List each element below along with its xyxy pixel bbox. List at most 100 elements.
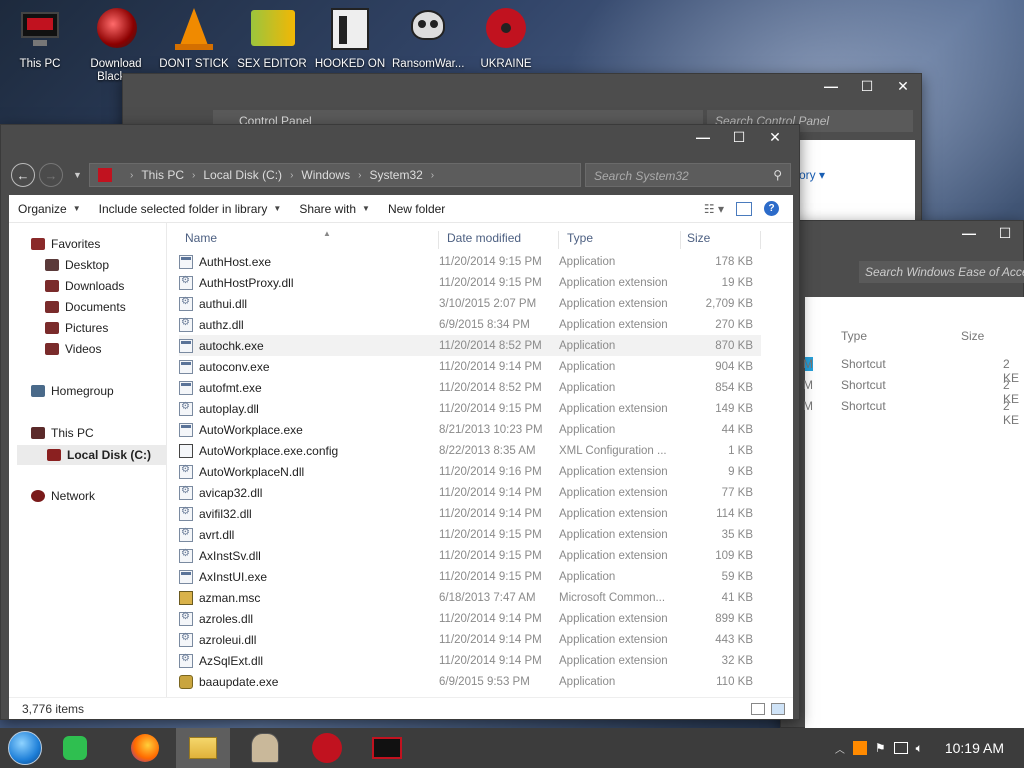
breadcrumb-windows[interactable]: Windows	[301, 168, 350, 182]
table-row[interactable]: azroles.dll 11/20/2014 9:14 PM Application…	[179, 608, 761, 629]
table-row[interactable]: avicap32.dll 11/20/2014 9:14 PM Applicatio…	[179, 482, 761, 503]
desktop-icon-ransomware[interactable]: RansomWar...	[392, 6, 464, 71]
new-folder-button[interactable]: New folder	[379, 202, 454, 216]
breadcrumb-local-disk[interactable]: Local Disk (C:)	[203, 168, 282, 182]
nav-network[interactable]: Network	[31, 489, 95, 503]
breadcrumb-system32[interactable]: System32	[369, 168, 422, 182]
help-icon[interactable]: ?	[764, 201, 779, 216]
search-input[interactable]: Search System32 ⚲	[585, 163, 791, 187]
minimize-button[interactable]: —	[813, 74, 849, 98]
ease-of-access-window[interactable]: — ☐ Search Windows Ease of Access Type S…	[780, 220, 1024, 729]
table-row[interactable]: authui.dll 3/10/2015 2:07 PM Application e…	[179, 293, 761, 314]
column-header-date[interactable]: Date modified	[447, 231, 559, 249]
table-row[interactable]: azroleui.dll 11/20/2014 9:14 PM Applicatio…	[179, 629, 761, 650]
column-header-size[interactable]: Size	[687, 231, 761, 249]
table-row[interactable]: authz.dll 6/9/2015 8:34 PM Application ext…	[179, 314, 761, 335]
breadcrumb-this-pc[interactable]: This PC	[141, 168, 184, 182]
table-row[interactable]: AutoWorkplace.exe 8/21/2013 10:23 PM Appli…	[179, 419, 761, 440]
table-row[interactable]: AzSqlExt.dll 11/20/2014 9:14 PM Applicatio…	[179, 650, 761, 671]
explorer-window[interactable]: — ☐ ✕ ← → ▼ › This PC › Local Disk (C:) …	[0, 124, 800, 720]
nav-videos[interactable]: Videos	[45, 342, 101, 356]
taskbar-app-portrait[interactable]	[240, 728, 290, 768]
close-button[interactable]: ✕	[757, 125, 793, 149]
table-row[interactable]: avifil32.dll 11/20/2014 9:14 PM Applicatio…	[179, 503, 761, 524]
volume-icon[interactable]: 🔈︎	[916, 741, 923, 756]
organize-button[interactable]: Organize ▼	[9, 202, 90, 216]
nav-this-pc[interactable]: This PC	[31, 426, 94, 440]
chevron-right-icon: ›	[290, 169, 294, 181]
table-row[interactable]: autoplay.dll 11/20/2014 9:15 PM Applicatio…	[179, 398, 761, 419]
details-view-icon[interactable]	[751, 702, 765, 715]
nav-desktop[interactable]: Desktop	[45, 258, 109, 272]
share-with-button[interactable]: Share with ▼	[290, 202, 379, 216]
table-row[interactable]: autochk.exe 11/20/2014 8:52 PM Application…	[179, 335, 761, 356]
file-name-cell: autochk.exe	[179, 338, 439, 353]
close-button[interactable]: ✕	[885, 74, 921, 98]
desktop-icon-sex-editor[interactable]: SEX EDITOR	[236, 6, 308, 71]
maximize-button[interactable]: ☐	[849, 74, 885, 98]
traffic-cone-icon	[171, 6, 217, 52]
list-item-date: M	[803, 378, 813, 392]
table-row[interactable]: AxInstUI.exe 11/20/2014 9:15 PM Applicatio…	[179, 566, 761, 587]
tray-app-icon[interactable]	[852, 741, 867, 755]
file-name: AutoWorkplace.exe.config	[199, 443, 339, 458]
include-label: Include selected folder in library	[98, 201, 268, 216]
file-size: 110 KB	[716, 675, 753, 688]
table-row[interactable]: AutoWorkplaceN.dll 11/20/2014 9:16 PM Appl…	[179, 461, 761, 482]
show-hidden-icons-icon[interactable]: ︿	[835, 741, 845, 756]
column-header-type[interactable]: Type	[841, 329, 867, 343]
table-row[interactable]: avrt.dll 11/20/2014 9:15 PM Application ex…	[179, 524, 761, 545]
taskbar-app-red[interactable]	[362, 728, 412, 768]
desktop-icon-this-pc[interactable]: This PC	[4, 6, 76, 71]
table-row[interactable]: autofmt.exe 11/20/2014 8:52 PM Application…	[179, 377, 761, 398]
column-header-label: Name	[185, 231, 218, 245]
forward-button[interactable]: →	[39, 163, 63, 187]
table-row[interactable]: AuthHostProxy.dll 11/20/2014 9:15 PM Appli…	[179, 272, 761, 293]
table-row[interactable]: azman.msc 6/18/2013 7:47 AM Microsoft Comm…	[179, 587, 761, 608]
change-view-icon[interactable]: ☷ ▾	[704, 202, 724, 216]
column-header-name[interactable]: Name ▲	[185, 229, 439, 249]
radiation-icon	[312, 733, 342, 763]
table-row[interactable]: autoconv.exe 11/20/2014 9:14 PM Applicatio…	[179, 356, 761, 377]
taskbar-app-notes[interactable]	[50, 728, 100, 768]
clock[interactable]: 10:19 AM	[945, 740, 1004, 756]
recent-locations-icon[interactable]: ▼	[73, 170, 82, 180]
taskbar-app-ukraine[interactable]	[302, 728, 352, 768]
taskbar-app-firefox[interactable]	[120, 728, 170, 768]
address-bar[interactable]: › This PC › Local Disk (C:) › Windows › …	[89, 163, 581, 187]
include-in-library-button[interactable]: Include selected folder in library ▼	[90, 202, 291, 216]
category-link[interactable]: ory ▾	[799, 168, 825, 182]
nav-homegroup[interactable]: Homegroup	[31, 384, 114, 398]
desktop-icon-ukraine[interactable]: UKRAINE	[470, 6, 542, 71]
nav-downloads[interactable]: Downloads	[45, 279, 124, 293]
table-row[interactable]: AutoWorkplace.exe.config 8/22/2013 8:35 A…	[179, 440, 761, 461]
desktop-icon-hooked-on[interactable]: HOOKED ON	[314, 6, 386, 71]
file-type: Application	[559, 360, 616, 373]
file-name-cell: azroles.dll	[179, 611, 439, 626]
nav-documents[interactable]: Documents	[45, 300, 126, 314]
file-name: AuthHostProxy.dll	[199, 275, 294, 290]
action-center-flag-icon[interactable]: ⚑	[875, 741, 886, 755]
table-row[interactable]: AxInstSv.dll 11/20/2014 9:15 PM Applicatio…	[179, 545, 761, 566]
table-row[interactable]: baaupdate.exe 6/9/2015 9:53 PM Application…	[179, 671, 761, 692]
search-icon[interactable]: ⚲	[773, 168, 782, 182]
taskbar-app-file-explorer[interactable]	[176, 728, 230, 768]
search-input[interactable]: Search Windows Ease of Access	[859, 261, 1024, 283]
nav-pictures[interactable]: Pictures	[45, 321, 108, 335]
desktop-icon-dont-stick[interactable]: DONT STICK	[158, 6, 230, 71]
start-button[interactable]	[0, 728, 50, 768]
nav-local-disk[interactable]: Local Disk (C:)	[17, 445, 173, 465]
network-status-icon[interactable]	[893, 742, 908, 754]
column-header-type[interactable]: Type	[567, 231, 681, 249]
column-header-size[interactable]: Size	[961, 329, 984, 343]
minimize-button[interactable]: —	[951, 221, 987, 245]
back-button[interactable]: ←	[11, 163, 35, 187]
maximize-button[interactable]: ☐	[987, 221, 1023, 245]
preview-pane-icon[interactable]	[736, 201, 752, 216]
file-size: 44 KB	[721, 423, 753, 436]
maximize-button[interactable]: ☐	[721, 125, 757, 149]
table-row[interactable]: AuthHost.exe 11/20/2014 9:15 PM Applicatio…	[179, 251, 761, 272]
minimize-button[interactable]: —	[685, 125, 721, 149]
nav-favorites[interactable]: Favorites	[31, 237, 100, 251]
large-icons-view-icon[interactable]	[771, 702, 785, 715]
